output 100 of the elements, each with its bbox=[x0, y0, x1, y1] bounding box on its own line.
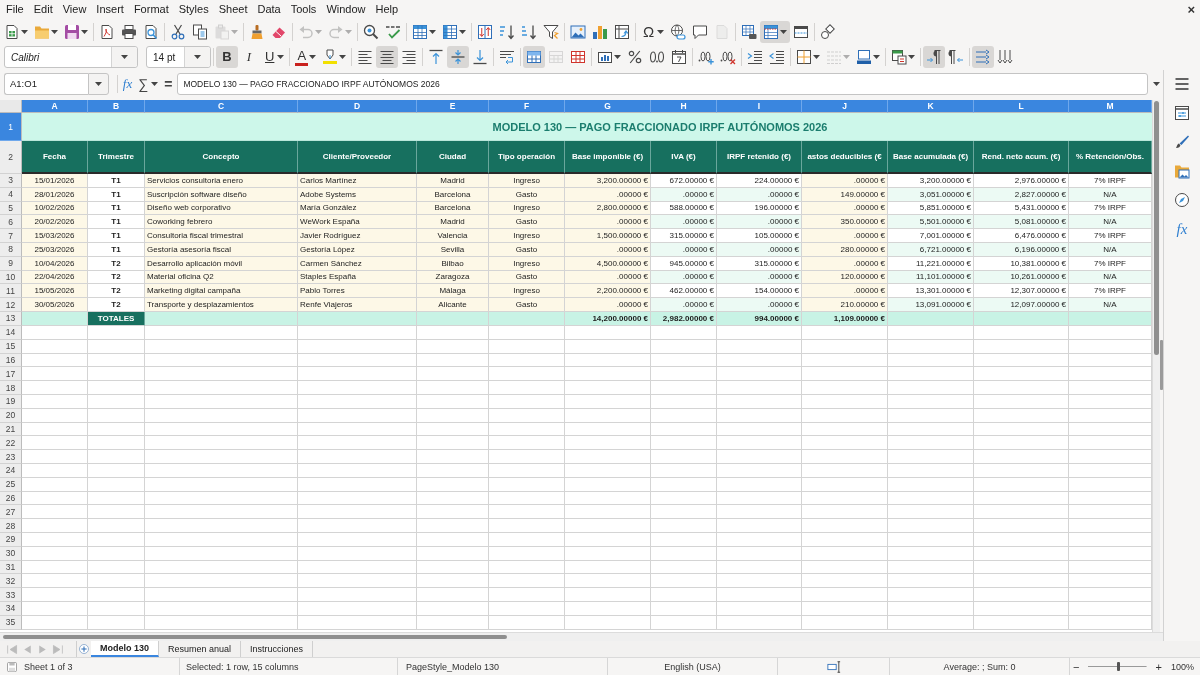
menu-item[interactable]: Data bbox=[252, 1, 286, 18]
row-header[interactable]: 11 bbox=[0, 284, 22, 299]
align-right-icon bbox=[401, 49, 418, 65]
zoom-percent[interactable]: 100% bbox=[1171, 661, 1194, 672]
column-header[interactable]: L bbox=[974, 100, 1069, 113]
row-header[interactable]: 3 bbox=[0, 174, 22, 188]
special-character-button[interactable]: Ω bbox=[638, 20, 668, 43]
sheet-tab[interactable]: Resumen anual bbox=[159, 641, 242, 657]
zoom-out-button[interactable]: − bbox=[1070, 660, 1083, 673]
row-header[interactable]: 33 bbox=[0, 588, 22, 602]
row-header[interactable]: 2 bbox=[0, 141, 22, 174]
table-cell: Gasto bbox=[489, 215, 565, 230]
conditional-format-icon bbox=[891, 49, 908, 65]
column-header[interactable]: B bbox=[88, 100, 145, 113]
formula-input[interactable]: MODELO 130 — PAGO FRACCIONADO IRPF AUTÓNOMOS 2026 bbox=[177, 72, 1148, 95]
column-header[interactable]: A bbox=[22, 100, 88, 113]
column-header[interactable]: G bbox=[565, 100, 651, 113]
split-window-icon bbox=[793, 23, 810, 40]
menu-item[interactable]: Edit bbox=[28, 1, 58, 18]
align-middle-button[interactable] bbox=[447, 46, 470, 68]
scrollbar-thumb[interactable] bbox=[1154, 101, 1159, 355]
merge-center-button[interactable] bbox=[523, 46, 546, 68]
freeze-button[interactable] bbox=[760, 20, 791, 43]
menu-item[interactable]: Tools bbox=[285, 1, 322, 18]
column-header[interactable]: H bbox=[651, 100, 717, 113]
font-size-field[interactable]: 14 pt bbox=[146, 46, 211, 68]
text-horizontal-button[interactable] bbox=[972, 46, 995, 68]
zoom-slider-thumb[interactable] bbox=[1116, 662, 1120, 671]
align-middle-icon bbox=[450, 49, 467, 65]
row-header[interactable]: 23 bbox=[0, 450, 22, 464]
align-center-button[interactable] bbox=[376, 46, 399, 68]
menu-item[interactable]: Insert bbox=[91, 1, 129, 18]
sidebar-handle[interactable] bbox=[1160, 340, 1163, 390]
undo-arrow-icon bbox=[298, 23, 314, 40]
pivot-table-icon bbox=[614, 23, 630, 40]
menu-item[interactable]: Styles bbox=[173, 1, 214, 18]
row-header[interactable]: 7 bbox=[0, 229, 22, 243]
font-name-dropdown[interactable] bbox=[111, 47, 137, 67]
header-cell: IRPF retenido (€) bbox=[717, 141, 802, 174]
column-header[interactable]: I bbox=[717, 100, 802, 113]
sum-button[interactable]: ∑ bbox=[135, 72, 162, 95]
horizontal-scrollbar[interactable] bbox=[0, 632, 1163, 641]
name-box-dropdown[interactable] bbox=[87, 72, 109, 95]
number-format-icon bbox=[597, 49, 614, 65]
column-header[interactable]: M bbox=[1069, 100, 1152, 113]
left-to-right-button[interactable] bbox=[923, 46, 946, 68]
close-document-button[interactable]: × bbox=[1187, 1, 1195, 18]
row-header[interactable]: 1 bbox=[0, 113, 22, 141]
formula-button[interactable]: = bbox=[161, 72, 176, 95]
row-header[interactable]: 27 bbox=[0, 505, 22, 520]
scrollbar-thumb[interactable] bbox=[3, 635, 507, 639]
column-header[interactable]: F bbox=[489, 100, 565, 113]
table-cell: 1,500.00000 € bbox=[565, 229, 651, 243]
column-header[interactable]: D bbox=[298, 100, 417, 113]
menu-item[interactable]: Format bbox=[128, 1, 174, 18]
font-color-button[interactable]: A bbox=[292, 46, 320, 68]
table-cell: 12,097.00000 € bbox=[974, 298, 1069, 312]
compass-icon bbox=[1174, 192, 1190, 208]
row-header[interactable]: 17 bbox=[0, 367, 22, 382]
name-box[interactable]: A1:O1 bbox=[4, 72, 88, 95]
column-header[interactable]: J bbox=[802, 100, 888, 113]
row-header[interactable]: 18 bbox=[0, 381, 22, 395]
function-wizard-button[interactable]: fx bbox=[119, 72, 136, 95]
column-header[interactable]: K bbox=[888, 100, 974, 113]
pdf-document-icon bbox=[99, 23, 115, 40]
sheet-position: Sheet 1 of 3 bbox=[24, 661, 73, 672]
picture-icon bbox=[570, 23, 586, 40]
table-cell: Gasto bbox=[489, 298, 565, 312]
row-header[interactable]: 32 bbox=[0, 574, 22, 589]
menu-item[interactable]: Window bbox=[321, 1, 371, 18]
header-cell: Fecha bbox=[22, 141, 88, 174]
table-cell: 5,081.00000 € bbox=[974, 215, 1069, 230]
table-cell: 13,301.00000 € bbox=[888, 284, 974, 299]
functions-deck-button[interactable]: fx bbox=[1171, 218, 1193, 240]
row-header[interactable]: 6 bbox=[0, 215, 22, 230]
table-cell: T2 bbox=[88, 284, 145, 299]
column-header[interactable]: C bbox=[145, 100, 298, 113]
font-name-field[interactable]: Calibri bbox=[4, 46, 138, 68]
row-header[interactable]: 28 bbox=[0, 519, 22, 533]
sort-ascending-icon bbox=[499, 23, 515, 40]
zoom-in-button[interactable]: + bbox=[1152, 660, 1165, 673]
table-cell: T1 bbox=[88, 174, 145, 188]
vertical-scrollbar[interactable] bbox=[1152, 100, 1160, 632]
caret-icon bbox=[94, 81, 102, 86]
row-header[interactable]: 22 bbox=[0, 436, 22, 451]
menu-item[interactable]: Sheet bbox=[213, 1, 253, 18]
menu-item[interactable]: View bbox=[57, 1, 92, 18]
sheet-tab[interactable]: Modelo 130 bbox=[91, 641, 159, 657]
column-header[interactable]: E bbox=[417, 100, 489, 113]
sheet-tab[interactable]: Instrucciones bbox=[241, 641, 314, 657]
language[interactable]: English (USA) bbox=[664, 661, 721, 672]
underline-button[interactable]: U bbox=[260, 46, 288, 68]
font-size-dropdown[interactable] bbox=[184, 47, 210, 67]
menu-item[interactable]: File bbox=[1, 1, 29, 18]
header-cell: % Retención/Obs. bbox=[1069, 141, 1152, 174]
row-header[interactable]: 12 bbox=[0, 298, 22, 312]
italic-button[interactable]: I bbox=[238, 46, 260, 68]
add-sheet-button[interactable] bbox=[78, 643, 90, 655]
bold-button[interactable]: B bbox=[216, 46, 238, 68]
menu-item[interactable]: Help bbox=[370, 1, 404, 18]
